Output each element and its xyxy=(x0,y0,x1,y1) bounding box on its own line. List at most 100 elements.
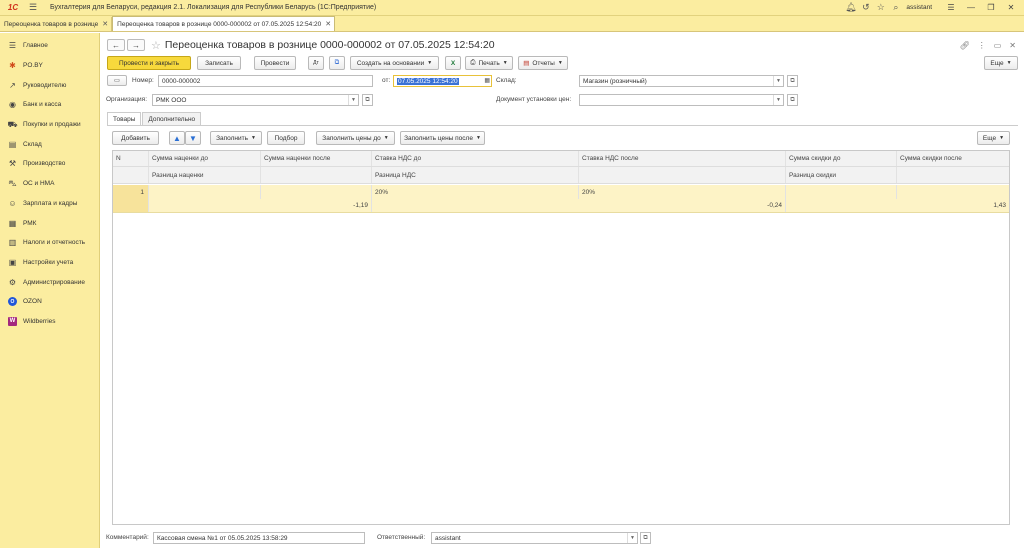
price-document-open-button[interactable]: ⧉ xyxy=(787,94,798,106)
table-more-button[interactable]: Еще ▼ xyxy=(977,131,1010,145)
close-tab-icon[interactable]: ✕ xyxy=(325,20,331,28)
window-tab-document[interactable]: Переоценка товаров в рознице 0000-000002… xyxy=(112,16,336,31)
responsible-field[interactable]: assistant ▼ xyxy=(431,532,638,544)
reports-button[interactable]: ▤ Отчеты ▼ xyxy=(518,56,568,70)
sidebar-item-admin[interactable]: ⚙ Администрирование xyxy=(0,272,99,292)
cell-discount-diff[interactable]: 1,43 xyxy=(786,199,1009,212)
cell-markup-before[interactable] xyxy=(149,185,261,199)
search-icon[interactable]: ⌕ xyxy=(889,0,902,16)
close-form-icon[interactable]: ✕ xyxy=(1009,41,1016,50)
link-icon[interactable]: 🔗︎ xyxy=(960,41,970,50)
tab-additional[interactable]: Дополнительно xyxy=(142,112,202,125)
close-tab-icon[interactable]: ✕ xyxy=(102,20,108,28)
warehouse-field[interactable]: Магазин (розничный) ▼ xyxy=(579,75,784,87)
post-and-close-button[interactable]: Провести и закрыть xyxy=(107,56,191,70)
current-user[interactable]: assistant xyxy=(906,4,932,11)
cell-discount-before[interactable] xyxy=(786,185,897,199)
col-header-vat-after[interactable]: Ставка НДС после xyxy=(579,151,786,166)
warehouse-open-button[interactable]: ⧉ xyxy=(787,75,798,87)
favorite-star-icon[interactable]: ☆ xyxy=(151,39,161,52)
col-header-markup-diff[interactable]: Разница наценки xyxy=(149,167,261,183)
cell-vat-after[interactable]: 20% xyxy=(579,185,786,199)
table-row-line-2[interactable]: -1,19 -0,24 1,43 xyxy=(113,199,1009,213)
back-button[interactable]: ← xyxy=(107,39,125,51)
maximize-icon[interactable]: ❐ xyxy=(982,0,1000,16)
chevron-down-icon[interactable]: ▼ xyxy=(773,95,783,105)
dt-kt-button[interactable]: Дт xyxy=(308,56,324,70)
cell-markup-diff[interactable]: -1,19 xyxy=(149,199,372,212)
sidebar-item-manager[interactable]: ↗ Руководителю xyxy=(0,75,99,95)
pick-button[interactable]: Подбор xyxy=(267,131,305,145)
sidebar-item-warehouse[interactable]: ▤ Склад xyxy=(0,134,99,154)
chevron-down-icon[interactable]: ▼ xyxy=(627,533,637,543)
calendar-icon[interactable]: ▦ xyxy=(484,77,490,84)
sidebar-item-ozon[interactable]: O OZON xyxy=(0,292,99,312)
save-button[interactable]: Записать xyxy=(197,56,241,70)
tab-goods[interactable]: Товары xyxy=(107,112,142,125)
close-icon[interactable]: ✕ xyxy=(1002,0,1020,16)
col-header-discount-before[interactable]: Сумма скидки до xyxy=(786,151,897,166)
print-button[interactable]: ⎙ Печать ▼ xyxy=(465,56,513,70)
sidebar-item-assets[interactable]: ⛍ ОС и НМА xyxy=(0,174,99,194)
settings-menu-icon[interactable]: ☰ xyxy=(942,0,960,16)
cell-markup-after[interactable] xyxy=(261,185,372,199)
fill-prices-before-label: Заполнить цены до xyxy=(322,134,381,142)
col-header-discount-after[interactable]: Сумма скидки после xyxy=(897,151,1009,166)
table-row[interactable]: 1 20% 20% xyxy=(113,185,1009,199)
structure-button[interactable]: ⧉ xyxy=(329,56,345,70)
warehouse-icon: ▤ xyxy=(8,139,17,149)
sidebar-item-production[interactable]: ⚒ Производство xyxy=(0,154,99,174)
maximize-form-icon[interactable]: ▭ xyxy=(994,41,1002,50)
cell-vat-diff[interactable]: -0,24 xyxy=(372,199,786,212)
sidebar-item-sales[interactable]: ⛟ Покупки и продажи xyxy=(0,115,99,135)
forward-button[interactable]: → xyxy=(127,39,145,51)
excel-button[interactable]: X xyxy=(445,56,461,70)
move-down-button[interactable]: ▼ xyxy=(185,131,201,145)
sidebar-item-wildberries[interactable]: W Wildberries xyxy=(0,312,99,332)
fill-button[interactable]: Заполнить ▼ xyxy=(210,131,262,145)
number-edit-button[interactable]: ▭ xyxy=(107,75,127,86)
organization-field[interactable]: РМК ООО ▼ xyxy=(152,94,359,106)
col-header-discount-diff[interactable]: Разница скидки xyxy=(786,167,897,183)
col-header-vat-diff[interactable]: Разница НДС xyxy=(372,167,579,183)
cell-discount-after[interactable] xyxy=(897,185,1009,199)
col-header-markup-before[interactable]: Сумма наценки до xyxy=(149,151,261,166)
fill-prices-before-button[interactable]: Заполнить цены до ▼ xyxy=(316,131,395,145)
sidebar-item-salary[interactable]: ☺ Зарплата и кадры xyxy=(0,194,99,214)
col-header-vat-before[interactable]: Ставка НДС до xyxy=(372,151,579,166)
more-vertical-icon[interactable]: ⋮ xyxy=(978,41,986,50)
favorites-star-icon[interactable]: ☆ xyxy=(874,0,887,16)
sidebar-item-accounting-settings[interactable]: ▣ Настройки учета xyxy=(0,253,99,273)
responsible-open-button[interactable]: ⧉ xyxy=(640,532,651,544)
sidebar-item-bank[interactable]: ◉ Банк и касса xyxy=(0,95,99,115)
move-up-button[interactable]: ▲ xyxy=(169,131,185,145)
sidebar-item-poby[interactable]: ✱ PO.BY xyxy=(0,56,99,76)
add-row-button[interactable]: Добавить xyxy=(112,131,159,145)
post-button[interactable]: Провести xyxy=(254,56,296,70)
bell-icon[interactable]: 🔔︎ xyxy=(844,0,857,16)
goods-table[interactable]: N Сумма наценки до Сумма наценки после С… xyxy=(112,150,1010,525)
sidebar-item-main[interactable]: ☰ Главное xyxy=(0,36,99,56)
minimize-icon[interactable]: — xyxy=(962,0,980,16)
fill-prices-after-button[interactable]: Заполнить цены после ▼ xyxy=(400,131,485,145)
cell-vat-before[interactable]: 20% xyxy=(372,185,579,199)
chevron-down-icon[interactable]: ▼ xyxy=(773,76,783,86)
history-icon[interactable]: ↺ xyxy=(859,0,872,16)
app-logo: 1С xyxy=(7,3,19,12)
sidebar-item-taxes[interactable]: ▥ Налоги и отчетность xyxy=(0,233,99,253)
number-field[interactable]: 0000-000002 xyxy=(158,75,373,87)
create-based-on-button[interactable]: Создать на основании ▼ xyxy=(350,56,439,70)
chevron-down-icon[interactable]: ▼ xyxy=(348,95,358,105)
gear-icon: ⚙ xyxy=(8,277,17,287)
row-number: 1 xyxy=(113,185,149,199)
col-header-markup-after[interactable]: Сумма наценки после xyxy=(261,151,372,166)
comment-field[interactable]: Кассовая смена №1 от 05.05.2025 13:58:29 xyxy=(153,532,365,544)
more-button[interactable]: Еще ▼ xyxy=(984,56,1018,70)
sidebar-item-pos[interactable]: ▦ РМК xyxy=(0,213,99,233)
main-menu-icon[interactable]: ☰ xyxy=(26,0,40,16)
organization-open-button[interactable]: ⧉ xyxy=(362,94,373,106)
col-header-n[interactable]: N xyxy=(113,151,149,166)
price-document-field[interactable]: ▼ xyxy=(579,94,784,106)
date-field[interactable]: 07.05.2025 12:54:20 ▦ xyxy=(393,75,492,87)
window-tab-list[interactable]: Переоценка товаров в рознице ✕ xyxy=(0,17,113,31)
